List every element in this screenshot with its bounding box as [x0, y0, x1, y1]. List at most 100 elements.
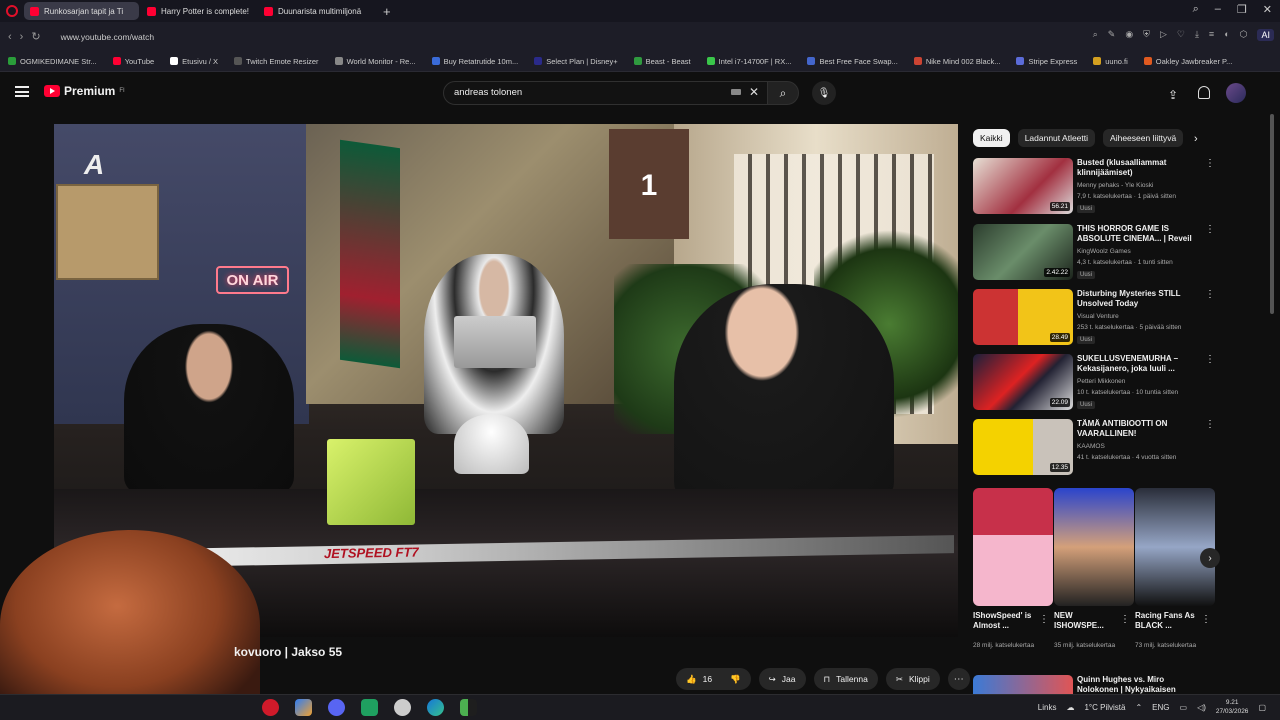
ai-button[interactable]: AI	[1257, 29, 1274, 41]
keyboard-icon[interactable]	[731, 89, 741, 95]
new-tab-button[interactable]: +	[383, 4, 391, 19]
recommendation-item[interactable]: 28.49 Disturbing Mysteries STILL Unsolved…	[973, 289, 1218, 347]
bookmark-item[interactable]: Intel i7-14700F | RX...	[706, 57, 791, 66]
search-tabs-icon[interactable]: ⌕	[1193, 3, 1199, 16]
tab-1[interactable]: Runkosarjan tapit ja Ti	[24, 2, 139, 20]
more-options-icon[interactable]: ⋮	[1201, 614, 1211, 625]
heart-icon[interactable]: ♡	[1177, 29, 1185, 41]
recommendation-title[interactable]: Disturbing Mysteries STILL Unsolved Toda…	[1077, 289, 1202, 309]
recommendation-channel[interactable]: Petteri Mikkonen	[1077, 378, 1125, 385]
short-thumbnail[interactable]	[973, 488, 1053, 606]
app-icon[interactable]	[295, 699, 312, 716]
clear-search-icon[interactable]: ✕	[749, 85, 759, 99]
recommendation-thumbnail[interactable]: 22.09	[973, 354, 1073, 410]
bookmark-item[interactable]: Buy Retatrutide 10m...	[431, 57, 518, 66]
recommendation-item[interactable]: 22.09 SUKELLUSVENEMURHA – Kekasijanero, j…	[973, 354, 1218, 412]
short-title[interactable]: IShowSpeed' is Almost ...	[973, 611, 1035, 631]
short-title[interactable]: Racing Fans As BLACK ...	[1135, 611, 1197, 631]
links-label[interactable]: Links	[1038, 703, 1057, 712]
recommendation-title[interactable]: SUKELLUSVENEMURHA – Kekasijanero, joka l…	[1077, 354, 1202, 374]
download-icon[interactable]: ⤓	[1195, 29, 1199, 41]
edit-icon[interactable]: ✎	[1108, 29, 1116, 41]
recommendation-title[interactable]: THIS HORROR GAME IS ABSOLUTE CINEMA... |…	[1077, 224, 1202, 244]
save-button[interactable]: ⊓ Tallenna	[813, 668, 878, 690]
youtube-logo[interactable]: Premium FI	[44, 84, 125, 98]
forward-icon[interactable]: ›	[20, 31, 24, 43]
more-options-icon[interactable]: ⋮	[1205, 158, 1215, 169]
recommendation-channel[interactable]: KingWoolz Games	[1077, 248, 1131, 255]
notification-icon[interactable]: ▢	[1258, 703, 1266, 712]
extension-icon[interactable]: ⬡	[1240, 29, 1248, 41]
play-icon[interactable]: ▷	[1160, 29, 1167, 41]
recommendation-thumbnail[interactable]	[973, 675, 1073, 695]
chip-all[interactable]: Kaikki	[973, 129, 1010, 147]
short-thumbnail[interactable]	[1135, 488, 1215, 606]
bookmark-item[interactable]: Etusivu / X	[170, 57, 218, 66]
recommendation-channel[interactable]: KAAMOS	[1077, 443, 1105, 450]
opera-icon[interactable]	[6, 5, 18, 17]
minimize-button[interactable]: –	[1215, 3, 1221, 16]
recommendation-thumbnail[interactable]: 28.49	[973, 289, 1073, 345]
recommendation-thumbnail[interactable]: 2.42.22	[973, 224, 1073, 280]
menu-icon[interactable]: ≡	[1209, 29, 1214, 41]
url-field[interactable]: www.youtube.com/watch	[61, 32, 155, 42]
recommendation-thumbnail[interactable]: 56.21	[973, 158, 1073, 214]
chip-uploaded[interactable]: Ladannut Atleetti	[1017, 129, 1096, 147]
more-options-icon[interactable]: ⋮	[1205, 224, 1215, 235]
bookmark-item[interactable]: OGMIKEDIMANE Str...	[8, 57, 97, 66]
clip-button[interactable]: ✂ Klippi	[885, 668, 940, 690]
reload-icon[interactable]: ↻	[31, 30, 40, 43]
search-input[interactable]: andreas tolonen	[443, 81, 768, 105]
bookmark-item[interactable]: Best Free Face Swap...	[807, 57, 898, 66]
more-options-icon[interactable]: ⋮	[1205, 419, 1215, 430]
more-options-icon[interactable]: ⋮	[1120, 614, 1130, 625]
maximize-button[interactable]: ❐	[1237, 3, 1247, 16]
bookmark-item[interactable]: Nike Mind 002 Black...	[913, 57, 1000, 66]
like-button[interactable]: 👍 16 👎	[676, 668, 751, 690]
tab-3[interactable]: Duunarista multimiljonä	[258, 2, 373, 20]
edge-icon[interactable]	[427, 699, 444, 716]
opera-icon[interactable]	[262, 699, 279, 716]
account-icon[interactable]: ◐	[1224, 29, 1229, 41]
short-thumbnail[interactable]	[1054, 488, 1134, 606]
bookmark-item[interactable]: World Monitor - Re...	[334, 57, 416, 66]
tab-2[interactable]: Harry Potter is complete!	[141, 2, 256, 20]
bookmark-item[interactable]: Oakley Jawbreaker P...	[1143, 57, 1232, 66]
thumbs-down-icon[interactable]: 👎	[730, 674, 741, 685]
recommendation-channel[interactable]: Menny pehaks - Yle Kioski	[1077, 182, 1153, 189]
app-icon[interactable]	[361, 699, 378, 716]
volume-icon[interactable]: ◁)	[1197, 703, 1206, 712]
avatar[interactable]	[1226, 83, 1246, 103]
search-icon[interactable]: ⌕	[1093, 29, 1098, 41]
more-options-icon[interactable]: ⋮	[1205, 289, 1215, 300]
app-icon[interactable]	[394, 699, 411, 716]
back-icon[interactable]: ‹	[8, 31, 12, 43]
recommendation-channel[interactable]: Visual Venture	[1077, 313, 1119, 320]
app-icon[interactable]	[460, 699, 477, 716]
camera-icon[interactable]: ◉	[1125, 29, 1133, 41]
clock[interactable]: 9.21 27/03/2026	[1216, 698, 1249, 716]
notifications-bell-icon[interactable]	[1198, 86, 1210, 99]
recommendation-title[interactable]: TÄMÄ ANTIBIOOTTI ON VAARALLINEN!	[1077, 419, 1202, 439]
chevron-right-icon[interactable]: ›	[1194, 133, 1198, 145]
chip-related[interactable]: Aiheeseen liittyvä	[1103, 129, 1184, 147]
weather-text[interactable]: 1°C Pilvistä	[1084, 703, 1125, 712]
search-button[interactable]: ⌕	[767, 81, 799, 105]
bookmark-item[interactable]: YouTube	[112, 57, 154, 66]
recommendation-item[interactable]: 2.42.22 THIS HORROR GAME IS ABSOLUTE CINE…	[973, 224, 1218, 282]
short-title[interactable]: NEW ISHOWSPE...	[1054, 611, 1116, 631]
share-button[interactable]: ↪ Jaa	[758, 668, 806, 690]
more-actions-button[interactable]: ⋯	[947, 668, 970, 690]
shield-icon[interactable]: ⛨	[1143, 29, 1150, 41]
hamburger-menu-icon[interactable]	[15, 86, 29, 97]
chevron-up-icon[interactable]: ⌃	[1135, 703, 1142, 712]
voice-search-button[interactable]: 🎙	[812, 81, 836, 105]
more-options-icon[interactable]: ⋮	[1205, 354, 1215, 365]
close-button[interactable]: ✕	[1263, 3, 1272, 16]
upload-icon[interactable]: ⇪	[1168, 86, 1178, 104]
bookmark-item[interactable]: Twitch Emote Resizer	[234, 57, 319, 66]
recommendation-thumbnail[interactable]: 12.35	[973, 419, 1073, 475]
recommendation-item[interactable]: 56.21 Busted (klusaalliammat klinnijäämis…	[973, 158, 1218, 216]
bookmark-item[interactable]: Stripe Express	[1016, 57, 1077, 66]
shorts-next-button[interactable]: ›	[1200, 548, 1220, 568]
